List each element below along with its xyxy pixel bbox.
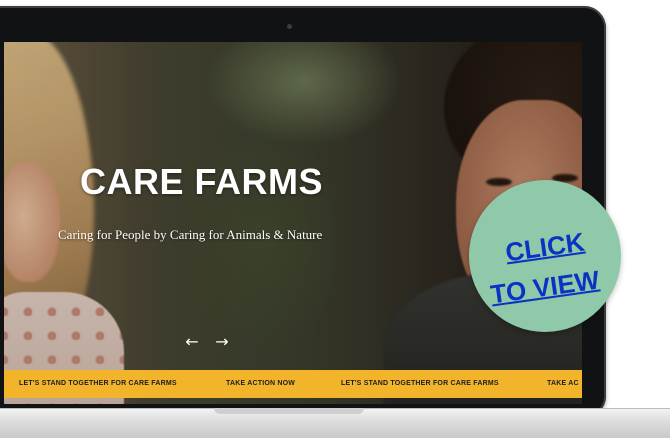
click-to-view-button[interactable]: CLICK TO VIEW: [469, 180, 621, 332]
page: CARE FARMS Caring for People by Caring f…: [0, 0, 670, 438]
camera-dot: [287, 24, 292, 29]
ticker-link[interactable]: LET'S STAND TOGETHER FOR CARE FARMS: [19, 370, 177, 398]
arrow-left-icon[interactable]: ←: [181, 333, 203, 351]
hero-subtitle: Caring for People by Caring for Animals …: [58, 227, 323, 242]
ticker-link[interactable]: LET'S STAND TOGETHER FOR CARE FARMS: [341, 370, 499, 398]
arrow-right-icon[interactable]: →: [211, 333, 233, 351]
ticker-link[interactable]: TAKE AC: [547, 370, 579, 398]
laptop-base-notch: [214, 408, 364, 414]
announcement-ticker: LET'S STAND TOGETHER FOR CARE FARMS TAKE…: [4, 370, 582, 398]
hero-title: CARE FARMS: [80, 161, 324, 202]
ticker-link[interactable]: TAKE ACTION NOW: [226, 370, 295, 398]
